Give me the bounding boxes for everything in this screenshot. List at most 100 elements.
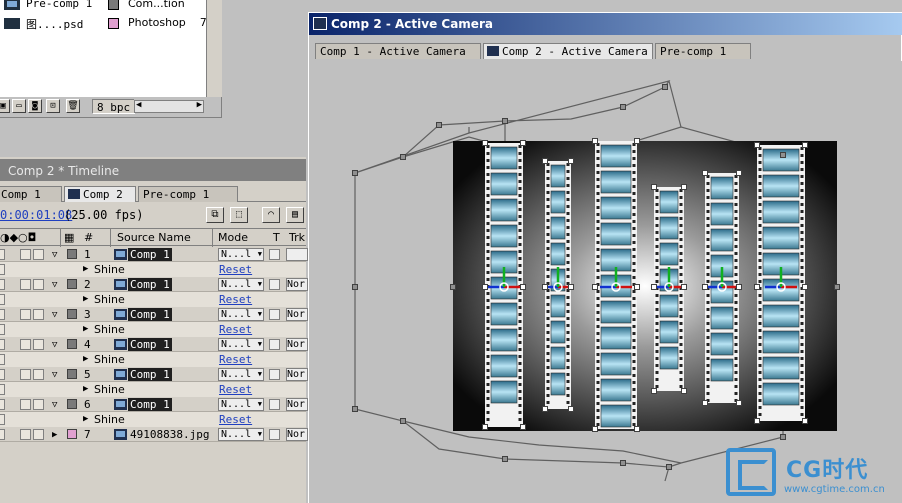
effect-row[interactable]: ▶ShineReset Options... (0, 352, 306, 381)
comp-marker-icon[interactable]: ⧉ (206, 207, 224, 223)
tab-comp-2-active-camera[interactable]: Comp 2 - Active Camera (483, 43, 653, 59)
layer-label-color[interactable] (67, 279, 77, 289)
audio-switch[interactable] (20, 279, 31, 290)
column-source-name[interactable]: Source Name (117, 231, 191, 244)
solo-switch[interactable] (33, 369, 44, 380)
layer-label-color[interactable] (67, 339, 77, 349)
effect-switch[interactable] (0, 324, 5, 335)
effect-switch[interactable] (0, 294, 5, 305)
preserve-transparency-checkbox[interactable] (269, 399, 280, 410)
track-matte-dropdown[interactable] (286, 248, 308, 261)
effect-row[interactable]: ▶ShineReset Options... (0, 322, 306, 351)
twirl-down-icon[interactable]: ▽ (52, 368, 57, 383)
layer-source-name[interactable]: 49108838.jpg (128, 428, 211, 441)
blend-mode-dropdown[interactable]: N...l (218, 338, 264, 351)
twirl-down-icon[interactable]: ▶ (52, 428, 57, 443)
tab-comp-1-active-camera[interactable]: Comp 1 - Active Camera (315, 43, 481, 59)
twirl-down-icon[interactable]: ▽ (52, 308, 57, 323)
comp-viewer-stage[interactable] (309, 61, 902, 503)
layer-row[interactable]: ▽ 6 Comp 1 N...l Nor (0, 397, 308, 413)
bit-depth-button[interactable]: 8 bpc (92, 99, 136, 114)
motion-blur-icon[interactable]: ◠ (262, 207, 280, 223)
effect-switch[interactable] (0, 264, 5, 275)
twirl-right-icon[interactable]: ▶ (83, 322, 88, 337)
visibility-switch[interactable] (0, 339, 5, 350)
new-comp-icon[interactable]: ◙ (28, 99, 42, 113)
graph-editor-icon[interactable]: ▤ (286, 207, 304, 223)
project-item[interactable]: Pre-comp 1 Com...tion (0, 0, 206, 13)
project-vertical-scrollbar[interactable] (206, 0, 222, 97)
preserve-transparency-checkbox[interactable] (269, 369, 280, 380)
layer-row[interactable]: ▽ 4 Comp 1 N...l Nor (0, 337, 308, 353)
tab-comp-1[interactable]: Comp 1 (0, 186, 62, 202)
solo-switch[interactable] (33, 399, 44, 410)
track-matte-dropdown[interactable]: Nor (286, 338, 308, 351)
twirl-right-icon[interactable]: ▶ (83, 262, 88, 277)
twirl-down-icon[interactable]: ▽ (52, 248, 57, 263)
layer-source-name[interactable]: Comp 1 (128, 338, 172, 351)
layer-row[interactable]: ▽ 1 Comp 1 N...l (0, 247, 308, 263)
twirl-right-icon[interactable]: ▶ (83, 292, 88, 307)
blend-mode-dropdown[interactable]: N...l (218, 428, 264, 441)
preserve-transparency-checkbox[interactable] (269, 309, 280, 320)
track-matte-dropdown[interactable]: Nor (286, 398, 308, 411)
visibility-switch[interactable] (0, 399, 5, 410)
solo-switch[interactable] (33, 279, 44, 290)
twirl-right-icon[interactable]: ▶ (83, 412, 88, 427)
layer-source-name[interactable]: Comp 1 (128, 308, 172, 321)
layer-source-name[interactable]: Comp 1 (128, 368, 172, 381)
project-horizontal-scrollbar[interactable]: ◀ ▶ (134, 100, 204, 113)
effect-row[interactable]: ▶ShineReset Options... (0, 262, 306, 291)
blend-mode-dropdown[interactable]: N...l (218, 308, 264, 321)
audio-switch[interactable] (20, 339, 31, 350)
tab-comp-2[interactable]: Comp 2 (64, 186, 136, 202)
layer-label-color[interactable] (67, 369, 77, 379)
draft-3d-icon[interactable]: ⬚ (230, 207, 248, 223)
track-matte-dropdown[interactable]: Nor (286, 278, 308, 291)
blend-mode-dropdown[interactable]: N...l (218, 248, 264, 261)
comp-canvas[interactable] (309, 61, 902, 503)
effect-row[interactable]: ▶ShineReset Options... (0, 412, 306, 441)
visibility-switch[interactable] (0, 429, 5, 440)
effect-switch[interactable] (0, 414, 5, 425)
twirl-right-icon[interactable]: ▶ (83, 352, 88, 367)
layer-label-color[interactable] (67, 399, 77, 409)
twirl-down-icon[interactable]: ▽ (52, 338, 57, 353)
layer-row[interactable]: ▶ 7 49108838.jpg N...l Nor (0, 427, 308, 443)
visibility-switch[interactable] (0, 249, 5, 260)
twirl-right-icon[interactable]: ▶ (83, 382, 88, 397)
scroll-left-icon[interactable]: ◀ (136, 100, 141, 110)
flowchart-icon[interactable]: ⊡ (46, 99, 60, 113)
scroll-right-icon[interactable]: ▶ (197, 100, 202, 110)
blend-mode-dropdown[interactable]: N...l (218, 368, 264, 381)
audio-switch[interactable] (20, 399, 31, 410)
twirl-down-icon[interactable]: ▽ (52, 398, 57, 413)
audio-switch[interactable] (20, 369, 31, 380)
preserve-transparency-checkbox[interactable] (269, 339, 280, 350)
effect-row[interactable]: ▶ShineReset Options... (0, 382, 306, 411)
track-matte-dropdown[interactable]: Nor (286, 308, 308, 321)
layer-source-name[interactable]: Comp 1 (128, 248, 172, 261)
layer-row[interactable]: ▽ 3 Comp 1 N...l Nor (0, 307, 308, 323)
new-folder-icon[interactable]: ▭ (12, 99, 26, 113)
interpret-footage-icon[interactable]: ▣ (0, 99, 10, 113)
preserve-transparency-checkbox[interactable] (269, 279, 280, 290)
audio-switch[interactable] (20, 309, 31, 320)
track-matte-dropdown[interactable]: Nor (286, 368, 308, 381)
preserve-transparency-checkbox[interactable] (269, 249, 280, 260)
visibility-switch[interactable] (0, 279, 5, 290)
project-item[interactable]: 图....psd Photoshop 7 (0, 16, 207, 32)
layer-source-name[interactable]: Comp 1 (128, 398, 172, 411)
solo-switch[interactable] (33, 309, 44, 320)
tab-pre-comp-1[interactable]: Pre-comp 1 (138, 186, 238, 202)
trash-icon[interactable]: 🗑 (66, 99, 80, 113)
visibility-switch[interactable] (0, 369, 5, 380)
visibility-switch[interactable] (0, 309, 5, 320)
solo-switch[interactable] (33, 249, 44, 260)
twirl-down-icon[interactable]: ▽ (52, 278, 57, 293)
layer-source-name[interactable]: Comp 1 (128, 278, 172, 291)
layer-label-color[interactable] (67, 249, 77, 259)
layer-label-color[interactable] (67, 429, 77, 439)
solo-switch[interactable] (33, 429, 44, 440)
solo-switch[interactable] (33, 339, 44, 350)
